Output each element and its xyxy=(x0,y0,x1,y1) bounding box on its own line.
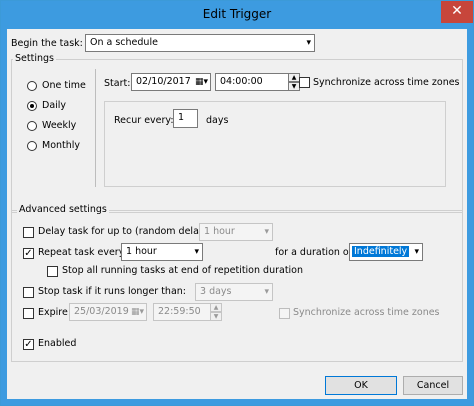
ok-button[interactable]: OK xyxy=(325,376,397,395)
recur-panel xyxy=(104,101,446,187)
radio-weekly[interactable] xyxy=(27,121,37,131)
repeat-task-checkbox[interactable]: ✓ xyxy=(23,248,34,259)
close-icon: ✕ xyxy=(451,3,463,19)
window-title: Edit Trigger xyxy=(202,7,272,21)
recur-label: Recur every: xyxy=(114,115,174,126)
chevron-down-icon: ▾ xyxy=(264,227,269,237)
radio-monthly-label: Monthly xyxy=(42,140,81,151)
repeat-interval-value: 1 hour xyxy=(126,246,157,257)
radio-monthly[interactable] xyxy=(27,141,37,151)
chevron-down-icon: ▾ xyxy=(194,247,199,257)
expire-date-picker[interactable]: 25/03/2019 ▦▾ xyxy=(69,303,147,321)
chevron-down-icon: ▾ xyxy=(306,38,311,48)
enabled-checkbox[interactable]: ✓ xyxy=(23,339,34,350)
expire-time-value: 22:59:50 xyxy=(158,306,201,317)
expire-time-spin-up[interactable]: ▲ xyxy=(210,303,222,312)
recur-input[interactable]: 1 xyxy=(173,109,198,128)
radio-one-time-label: One time xyxy=(42,80,86,91)
calendar-icon: ▦▾ xyxy=(130,307,144,317)
radio-daily-label: Daily xyxy=(42,100,67,111)
recur-unit: days xyxy=(206,115,229,126)
start-time-value: 04:00:00 xyxy=(220,76,263,87)
expire-time-spin-down[interactable]: ▼ xyxy=(210,312,222,321)
expire-label: Expire: xyxy=(38,307,72,318)
enabled-label: Enabled xyxy=(38,338,77,349)
radio-daily[interactable] xyxy=(27,101,37,111)
sync-timezones-checkbox[interactable] xyxy=(299,77,310,88)
calendar-icon: ▦▾ xyxy=(194,77,208,87)
repeat-interval-select[interactable]: 1 hour ▾ xyxy=(121,243,203,261)
duration-select[interactable]: Indefinitely ▾ xyxy=(349,243,423,261)
dialog-body: Begin the task: On a schedule ▾ Settings… xyxy=(7,29,467,399)
close-button[interactable]: ✕ xyxy=(441,1,473,23)
start-date-value: 02/10/2017 xyxy=(136,76,191,87)
start-label: Start: xyxy=(104,78,131,89)
chevron-down-icon: ▾ xyxy=(414,247,419,257)
duration-value: Indefinitely xyxy=(352,246,410,257)
advanced-settings-legend: Advanced settings xyxy=(17,204,109,215)
stop-running-tasks-label: Stop all running tasks at end of repetit… xyxy=(62,265,304,276)
delay-value: 1 hour xyxy=(204,226,235,237)
begin-task-label: Begin the task: xyxy=(11,38,83,49)
expire-sync-label: Synchronize across time zones xyxy=(293,307,440,318)
edit-trigger-window: Edit Trigger ✕ Begin the task: On a sche… xyxy=(0,0,474,406)
cancel-button[interactable]: Cancel xyxy=(403,376,463,395)
start-time-field[interactable]: 04:00:00 xyxy=(215,73,289,91)
stop-longer-checkbox[interactable] xyxy=(23,287,34,298)
radio-selected-dot xyxy=(30,104,34,108)
settings-divider xyxy=(95,69,96,187)
begin-task-value: On a schedule xyxy=(90,37,158,48)
delay-select[interactable]: 1 hour ▾ xyxy=(199,223,273,241)
settings-legend: Settings xyxy=(13,53,56,64)
radio-weekly-label: Weekly xyxy=(42,120,77,131)
start-date-picker[interactable]: 02/10/2017 ▦▾ xyxy=(131,73,211,91)
begin-task-select[interactable]: On a schedule ▾ xyxy=(85,34,315,52)
duration-label: for a duration of: xyxy=(275,247,355,258)
delay-task-checkbox[interactable] xyxy=(23,227,34,238)
expire-checkbox[interactable] xyxy=(23,308,34,319)
delay-task-label: Delay task for up to (random delay): xyxy=(38,226,212,237)
expire-date-value: 25/03/2019 xyxy=(74,306,129,317)
stop-longer-value: 3 days xyxy=(200,286,232,297)
expire-time-field[interactable]: 22:59:50 xyxy=(153,303,211,321)
chevron-down-icon: ▾ xyxy=(264,287,269,297)
stop-longer-label: Stop task if it runs longer than: xyxy=(38,286,187,297)
stop-longer-select[interactable]: 3 days ▾ xyxy=(195,283,273,301)
title-bar[interactable]: Edit Trigger ✕ xyxy=(1,1,473,29)
radio-one-time[interactable] xyxy=(27,81,37,91)
recur-value: 1 xyxy=(178,112,185,123)
expire-sync-checkbox[interactable] xyxy=(279,308,290,319)
sync-timezones-label: Synchronize across time zones xyxy=(313,77,460,88)
repeat-task-label: Repeat task every: xyxy=(38,247,127,258)
stop-running-tasks-checkbox[interactable] xyxy=(47,266,58,277)
